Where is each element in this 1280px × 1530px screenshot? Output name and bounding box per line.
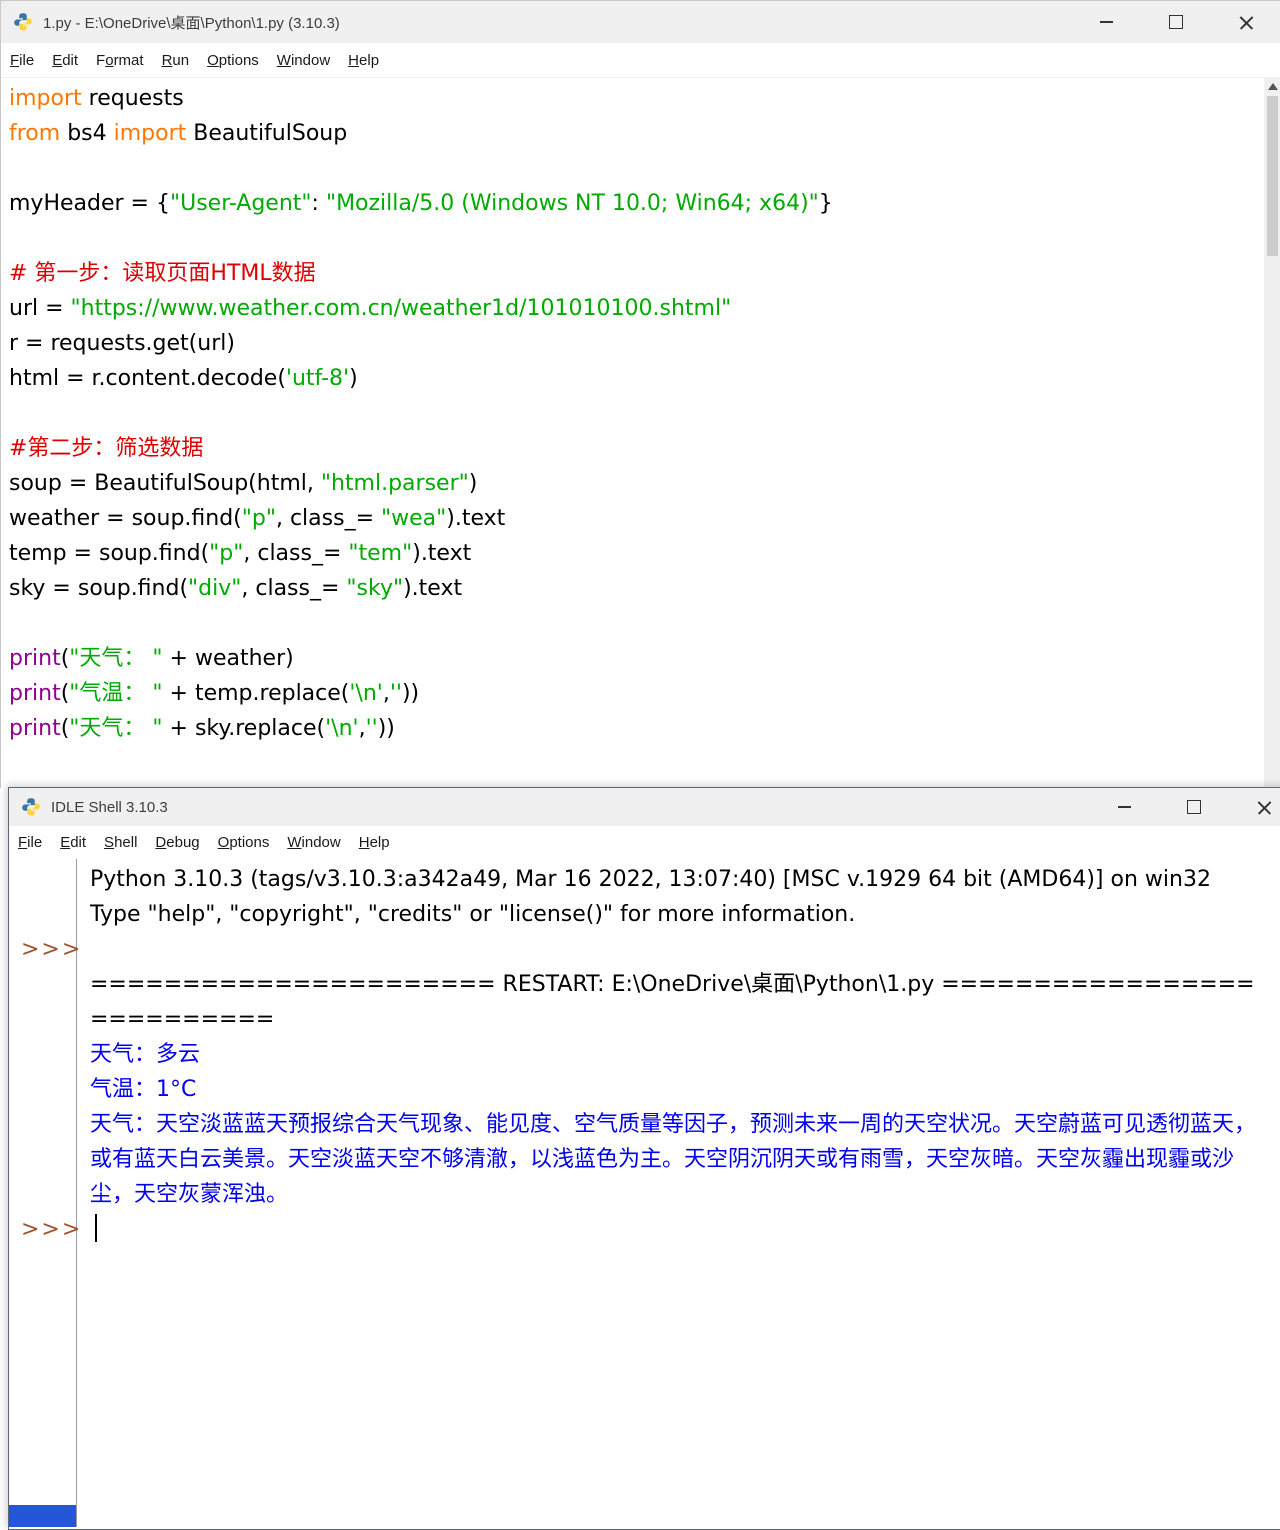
menu-item-shell[interactable]: Shell [95,834,146,851]
shell-caption-buttons [1089,788,1280,826]
shell-text-area[interactable]: Python 3.10.3 (tags/v3.10.3:a342a49, Mar… [9,859,1280,1527]
editor-menubar: File Edit Format Run Options Window Help [1,43,1280,78]
maximize-icon [1187,800,1201,814]
menu-item-edit[interactable]: Edit [51,834,95,851]
menu-item-help[interactable]: Help [350,834,399,851]
shell-gutter [9,1072,77,1107]
shell-row: 天气：天空淡蓝蓝天预报综合天气现象、能见度、空气质量等因子，预测未来一周的天空状… [9,1107,1280,1212]
shell-window: IDLE Shell 3.10.3 File Edit Shell Debug Opti… [8,787,1280,1530]
maximize-icon [1169,15,1183,29]
shell-row: >>> [9,1212,1280,1247]
scrollbar-thumb[interactable] [1267,96,1278,256]
shell-row: 天气：多云 [9,1037,1280,1072]
minimize-icon [1117,806,1131,808]
code-line: #第二步：筛选数据 [9,436,204,461]
menu-item-edit[interactable]: Edit [43,52,87,69]
menu-item-run[interactable]: Run [153,52,199,69]
editor-titlebar[interactable]: 1.py - E:\OneDrive\桌面\Python\1.py (3.10.… [1,1,1280,43]
code-line: print("气温： " + temp.replace('\n','')) [9,681,420,706]
menu-item-window[interactable]: Window [278,834,349,851]
shell-rows: Python 3.10.3 (tags/v3.10.3:a342a49, Mar… [9,862,1280,1247]
code-line: sky = soup.find("div", class_= "sky").te… [9,576,463,601]
shell-row: Python 3.10.3 (tags/v3.10.3:a342a49, Mar… [9,862,1280,897]
shell-gutter [9,862,77,897]
code-line: weather = soup.find("p", class_= "wea").… [9,506,506,531]
shell-row: 气温：1°C [9,1072,1280,1107]
editor-caption-buttons [1071,1,1280,43]
shell-prompt: >>> [21,937,83,962]
shell-output-line: 天气：多云 [90,1042,201,1067]
scroll-up-arrow-icon[interactable] [1267,83,1278,90]
shell-line: Type "help", "copyright", "credits" or "… [90,902,856,927]
shell-gutter [9,967,77,1002]
menu-item-debug[interactable]: Debug [146,834,208,851]
shell-gutter [9,1107,77,1142]
code-line: soup = BeautifulSoup(html, "html.parser"… [9,471,478,496]
menu-item-help[interactable]: Help [339,52,388,69]
shell-row: >>> [9,932,1280,967]
code-line: temp = soup.find("p", class_= "tem").tex… [9,541,472,566]
shell-gutter [9,897,77,932]
shell-titlebar[interactable]: IDLE Shell 3.10.3 [9,788,1280,826]
code-line: import requests [9,86,184,111]
close-icon [1257,800,1272,815]
code-line: from bs4 import BeautifulSoup [9,121,348,146]
editor-vertical-scrollbar[interactable] [1264,78,1280,788]
shell-line [82,1212,1280,1247]
bottom-left-blue-strip [9,1505,76,1527]
menu-item-format[interactable]: Format [87,52,153,69]
menu-item-window[interactable]: Window [268,52,339,69]
code-line: # 第一步：读取页面HTML数据 [9,261,316,286]
close-button[interactable] [1229,788,1280,826]
code-line: myHeader = {"User-Agent": "Mozilla/5.0 (… [9,191,833,216]
minimize-button[interactable] [1089,788,1159,826]
code-line: url = "https://www.weather.com.cn/weathe… [9,296,732,321]
shell-prompt: >>> [21,1217,83,1242]
code-line: print("天气： " + sky.replace('\n','')) [9,716,395,741]
menu-item-file[interactable]: File [9,834,51,851]
shell-output-line: 天气：天空淡蓝蓝天预报综合天气现象、能见度、空气质量等因子，预测未来一周的天空状… [90,1112,1257,1207]
close-icon [1239,15,1254,30]
shell-line: Python 3.10.3 (tags/v3.10.3:a342a49, Mar… [90,867,1211,892]
menu-item-options[interactable]: Options [198,52,268,69]
menu-item-options[interactable]: Options [209,834,279,851]
shell-row: ====================== RESTART: E:\OneDr… [9,967,1280,1037]
shell-output-line: 气温：1°C [90,1077,197,1102]
python-icon [13,12,33,32]
code-line: r = requests.get(url) [9,331,235,356]
editor-window-title: 1.py - E:\OneDrive\桌面\Python\1.py (3.10.… [43,14,340,32]
shell-menubar: File Edit Shell Debug Options Window Help [9,826,1280,859]
shell-window-title: IDLE Shell 3.10.3 [51,798,168,816]
shell-line: ====================== RESTART: E:\OneDr… [90,972,1255,1032]
code-line: html = r.content.decode('utf-8') [9,366,358,391]
shell-row: Type "help", "copyright", "credits" or "… [9,897,1280,932]
minimize-icon [1099,21,1113,23]
python-icon [21,797,41,817]
text-cursor [95,1214,98,1242]
close-button[interactable] [1211,1,1280,43]
editor-window: 1.py - E:\OneDrive\桌面\Python\1.py (3.10.… [0,0,1280,788]
maximize-button[interactable] [1159,788,1229,826]
code-line: print("天气： " + weather) [9,646,294,671]
editor-code-area[interactable]: import requests from bs4 import Beautiful… [1,78,1280,792]
maximize-button[interactable] [1141,1,1211,43]
shell-gutter [9,1037,77,1072]
menu-item-file[interactable]: File [1,52,43,69]
minimize-button[interactable] [1071,1,1141,43]
